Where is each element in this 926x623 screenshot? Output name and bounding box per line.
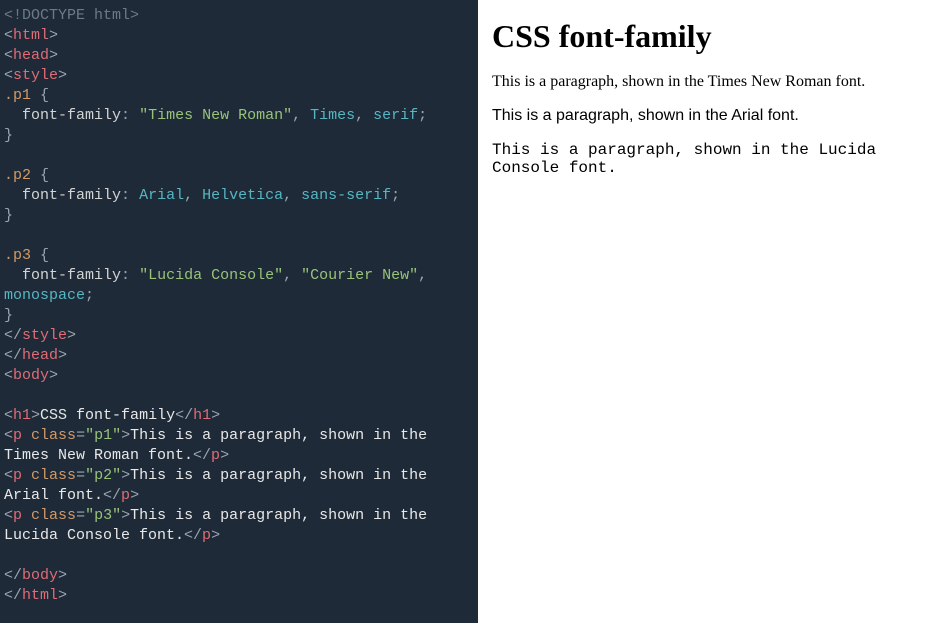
code-prop-ff: font-family	[22, 107, 121, 124]
code-html-close: html	[22, 587, 58, 604]
code-html-open: html	[13, 27, 49, 44]
preview-heading: CSS font-family	[492, 18, 912, 55]
code-p3-text-a: This is a paragraph, shown in the	[130, 507, 436, 524]
code-sel-p1: .p1	[4, 87, 31, 104]
code-body-close: body	[22, 567, 58, 584]
code-style-close: style	[22, 327, 67, 344]
code-val-tnr: "Times New Roman"	[139, 107, 292, 124]
code-h1-open: h1	[13, 407, 31, 424]
preview-paragraph-lucida: This is a paragraph, shown in the Lucida…	[492, 141, 912, 177]
code-style-open: style	[13, 67, 58, 84]
code-head-close: head	[22, 347, 58, 364]
code-sel-p2: .p2	[4, 167, 31, 184]
code-lt: <	[4, 27, 13, 44]
preview-paragraph-times: This is a paragraph, shown in the Times …	[492, 73, 912, 91]
code-editor-panel[interactable]: <!DOCTYPE html> <html> <head> <style> .p…	[0, 0, 478, 623]
code-p2-text-b: Arial font.	[4, 487, 103, 504]
code-h1-text: CSS font-family	[40, 407, 175, 424]
code-sel-p3: .p3	[4, 247, 31, 264]
code-head-open: head	[13, 47, 49, 64]
code-body-open: body	[13, 367, 49, 384]
code-p2-text-a: This is a paragraph, shown in the	[130, 467, 436, 484]
preview-panel: CSS font-family This is a paragraph, sho…	[478, 0, 926, 623]
code-doctype: <!DOCTYPE html>	[4, 7, 139, 24]
code-p1-text-a: This is a paragraph, shown in the	[130, 427, 436, 444]
code-gt: >	[49, 27, 58, 44]
code-p3-text-b: Lucida Console font.	[4, 527, 184, 544]
preview-paragraph-arial: This is a paragraph, shown in the Arial …	[492, 107, 912, 125]
code-p1-text-b: Times New Roman font.	[4, 447, 193, 464]
